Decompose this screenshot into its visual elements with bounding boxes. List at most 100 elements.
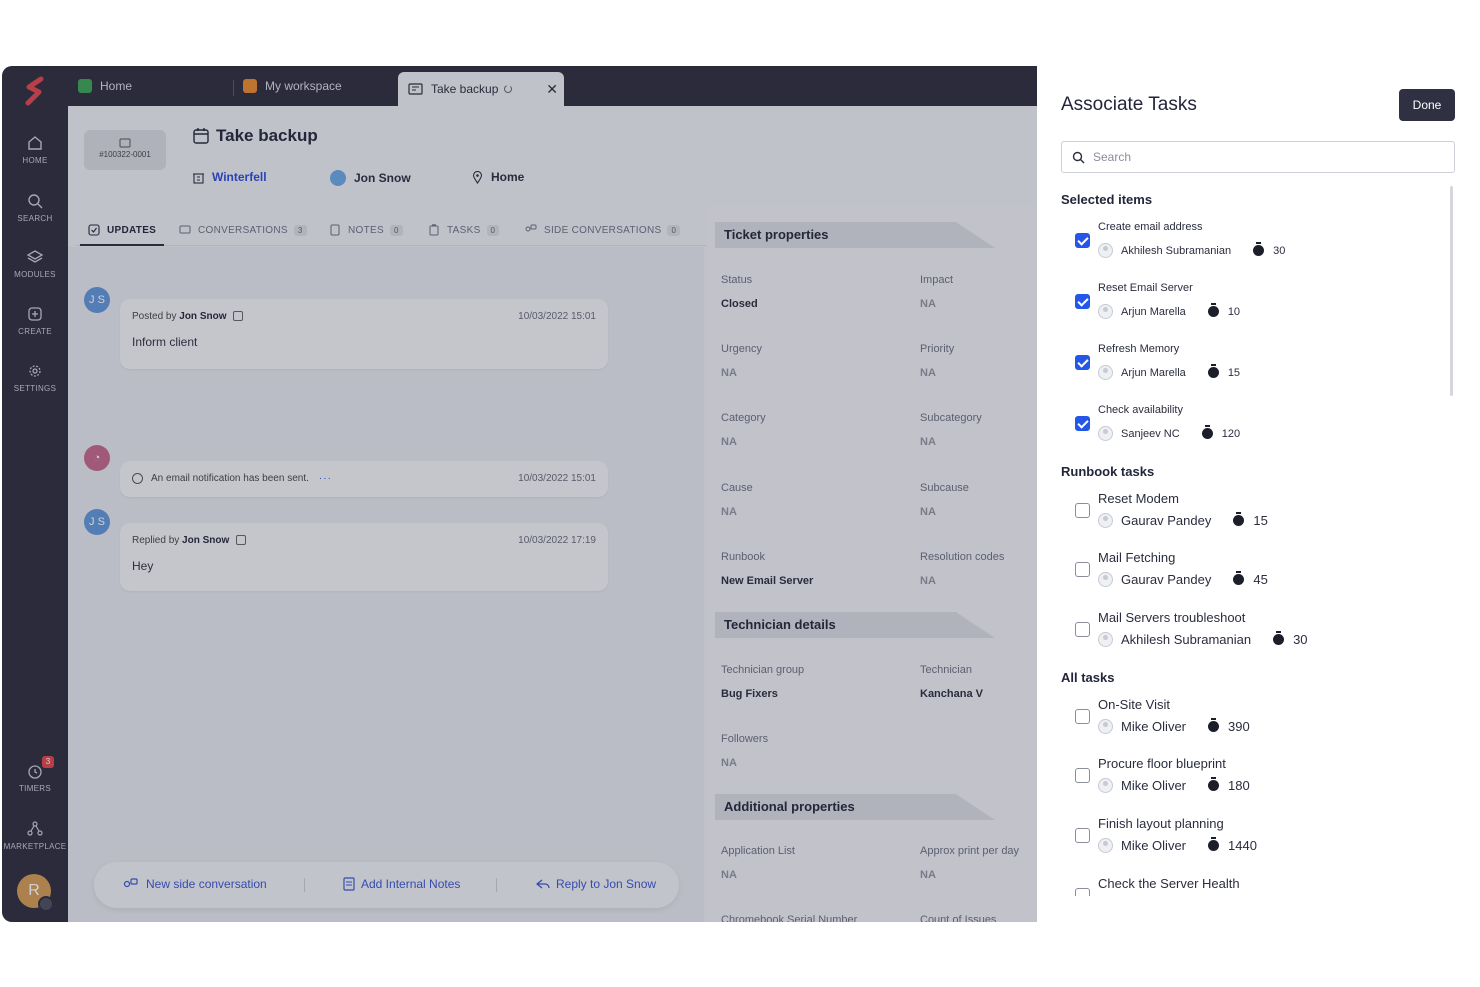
task-checkbox[interactable]	[1075, 888, 1090, 896]
prop-value[interactable]: NA	[920, 506, 936, 518]
prop-value[interactable]: NA	[920, 869, 936, 881]
prop-value[interactable]: NA	[920, 575, 936, 587]
search-icon	[28, 194, 43, 209]
rail-search[interactable]: SEARCH	[2, 192, 68, 223]
post-time: 10/03/2022 17:19	[518, 535, 596, 546]
clipboard-icon	[429, 224, 439, 236]
search-input[interactable]	[1093, 150, 1433, 164]
panel-scrollbar[interactable]	[1450, 186, 1453, 396]
prop-value[interactable]: Closed	[721, 298, 758, 310]
note-icon	[343, 877, 355, 891]
task-checkbox[interactable]	[1075, 828, 1090, 843]
post-body: Hey	[132, 559, 154, 573]
prop-value[interactable]: Bug Fixers	[721, 688, 778, 700]
stopwatch-icon	[1207, 303, 1219, 317]
prop-value[interactable]: NA	[721, 436, 737, 448]
rail-home[interactable]: HOME	[2, 134, 68, 165]
action-divider	[496, 878, 497, 892]
post-prefix: Posted by	[132, 311, 177, 322]
rail-timers-label: TIMERS	[18, 784, 52, 793]
brand-logo-icon[interactable]	[20, 76, 50, 106]
prop-value[interactable]: Kanchana V	[920, 688, 983, 700]
user-icon	[1098, 426, 1113, 441]
subtab-side-conversations-count: 0	[667, 224, 681, 236]
ticket-requester[interactable]: Jon Snow	[330, 170, 411, 186]
panel-title: Associate Tasks	[1061, 94, 1197, 115]
task-item: Mail Fetching Gaurav Pandey 45	[1073, 550, 1433, 604]
chat-icon	[179, 225, 191, 234]
rail-timers[interactable]: 3 TIMERS	[2, 756, 68, 793]
task-checkbox[interactable]	[1075, 294, 1090, 309]
tab-divider	[233, 80, 234, 96]
prop-value[interactable]: NA	[721, 367, 737, 379]
ticket-location[interactable]: Home	[472, 170, 524, 184]
prop-value[interactable]: NA	[920, 436, 936, 448]
prop-value[interactable]: NA	[920, 367, 936, 379]
add-internal-notes-button[interactable]: Add Internal Notes	[343, 877, 460, 891]
task-checkbox[interactable]	[1075, 562, 1090, 577]
stopwatch-icon	[1208, 777, 1220, 791]
tab-my-workspace[interactable]: My workspace	[243, 66, 342, 106]
prop-value[interactable]: NA	[920, 298, 936, 310]
stopwatch-icon	[1273, 631, 1285, 645]
subtab-notes[interactable]: NOTES 0	[329, 224, 403, 236]
subtab-conversations[interactable]: CONVERSATIONS 3	[179, 224, 307, 236]
task-checkbox[interactable]	[1075, 709, 1090, 724]
task-assignee: Sanjeev NC	[1121, 427, 1180, 440]
ticket-icon	[408, 83, 423, 95]
task-assignee: Arjun Marella	[1121, 366, 1186, 379]
prop-value[interactable]: NA	[721, 506, 737, 518]
task-checkbox[interactable]	[1075, 416, 1090, 431]
task-item: Check the Server Health	[1073, 876, 1433, 896]
building-icon	[193, 172, 204, 184]
reply-button[interactable]: Reply to Jon Snow	[536, 877, 656, 891]
search-box[interactable]	[1061, 141, 1455, 173]
subtab-tasks-label: TASKS	[447, 224, 481, 236]
rail-modules[interactable]: MODULES	[2, 248, 68, 279]
rail-create[interactable]: CREATE	[2, 305, 68, 336]
stopwatch-icon	[1233, 571, 1245, 585]
task-checkbox[interactable]	[1075, 503, 1090, 518]
subtab-tasks-count: 0	[486, 224, 500, 236]
task-checkbox[interactable]	[1075, 768, 1090, 783]
refresh-icon[interactable]	[503, 84, 513, 94]
close-icon[interactable]: ✕	[546, 81, 558, 98]
task-name: Reset Email Server	[1098, 282, 1193, 294]
rail-settings[interactable]: SETTINGS	[2, 362, 68, 393]
new-side-conversation-button[interactable]: New side conversation	[122, 877, 267, 891]
prop-label: Impact	[920, 274, 954, 286]
task-assignee: Akhilesh Subramanian	[1121, 244, 1232, 257]
prop-value[interactable]: New Email Server	[721, 575, 813, 587]
calendar-icon	[193, 128, 209, 144]
service-desk-window: HOME SEARCH MODULES CREATE SETTINGS 3 TI…	[2, 66, 1037, 922]
task-checkbox[interactable]	[1075, 233, 1090, 248]
done-button[interactable]: Done	[1399, 89, 1455, 121]
chevron-down-icon[interactable]	[233, 311, 244, 322]
user-icon	[1098, 513, 1113, 528]
task-name: Refresh Memory	[1098, 343, 1180, 355]
prop-value[interactable]: NA	[721, 869, 737, 881]
prop-label: Subcause	[920, 482, 969, 494]
task-time: 30	[1273, 244, 1286, 257]
requester-avatar	[330, 170, 346, 186]
more-icon[interactable]: ···	[319, 473, 332, 484]
workspace-switch-icon[interactable]	[38, 896, 54, 912]
subtab-tasks[interactable]: TASKS 0	[428, 224, 500, 236]
tab-home[interactable]: Home	[78, 66, 132, 106]
subtab-side-conversations[interactable]: SIDE CONVERSATIONS 0	[524, 224, 681, 236]
post-time: 10/03/2022 15:01	[518, 311, 596, 322]
task-item: Procure floor blueprint Mike Oliver 180	[1073, 756, 1433, 810]
task-checkbox[interactable]	[1075, 622, 1090, 637]
tab-take-backup-label: Take backup	[431, 82, 499, 96]
stopwatch-icon	[1201, 425, 1213, 439]
chevron-down-icon[interactable]	[236, 535, 247, 546]
tab-take-backup[interactable]: Take backup ✕	[398, 72, 564, 106]
rail-marketplace[interactable]: MARKETPLACE	[2, 820, 68, 851]
subtab-updates[interactable]: UPDATES	[88, 224, 156, 236]
task-checkbox[interactable]	[1075, 355, 1090, 370]
prop-value[interactable]: NA	[721, 757, 737, 769]
home-icon	[28, 136, 42, 150]
ticket-location-text: Home	[491, 170, 525, 184]
ticket-site[interactable]: Winterfell	[192, 170, 267, 184]
prop-label: Resolution codes	[920, 551, 1005, 563]
